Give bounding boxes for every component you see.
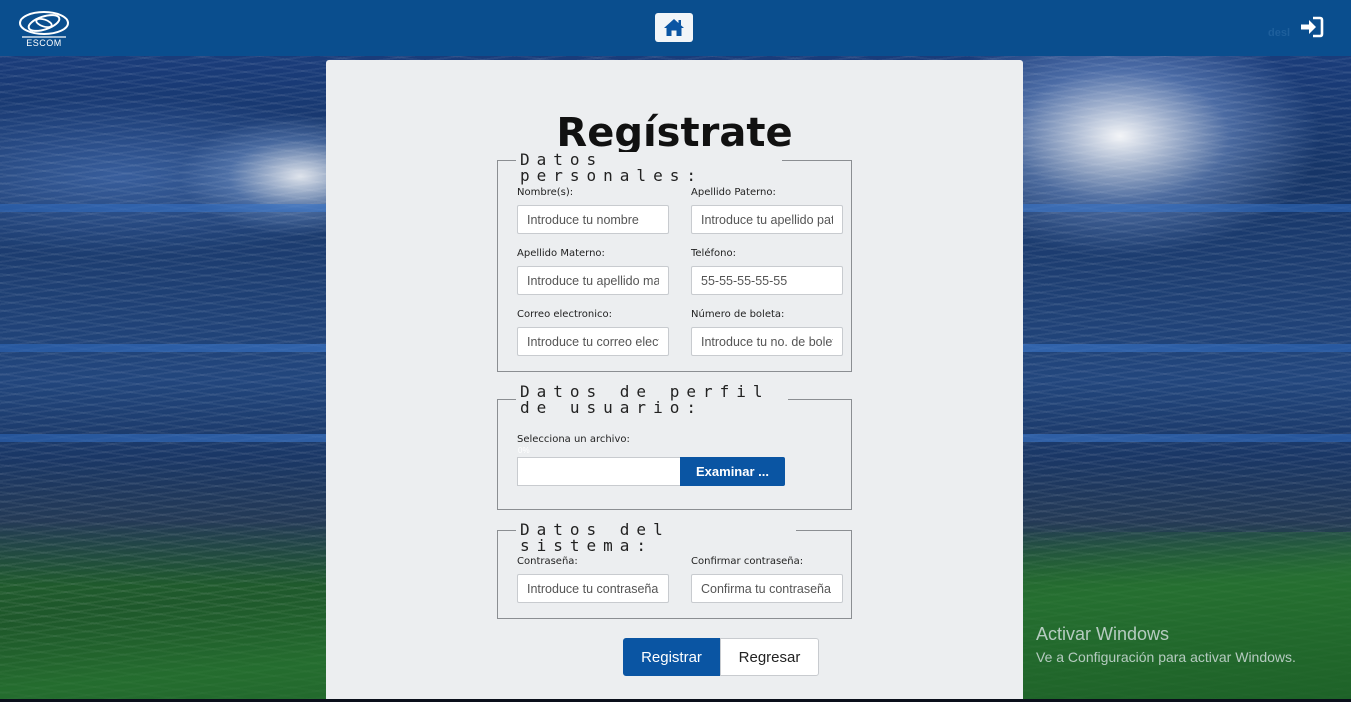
- apellido-paterno-label: Apellido Paterno:: [691, 187, 776, 198]
- boleta-label: Número de boleta:: [691, 309, 785, 320]
- password-label: Contraseña:: [517, 556, 578, 567]
- back-button[interactable]: Regresar: [720, 638, 819, 676]
- system-data-section: Datos del sistema: Contraseña: Confirmar…: [497, 522, 852, 619]
- password-input[interactable]: [517, 574, 669, 603]
- apellido-materno-label: Apellido Materno:: [517, 248, 605, 259]
- personal-data-section: Datos personales: Nombre(s): Apellido Pa…: [497, 152, 852, 372]
- browse-button[interactable]: Examinar ...: [680, 457, 785, 486]
- section-legend: Datos de perfil de usuario:: [516, 384, 788, 416]
- telefono-input[interactable]: [691, 266, 843, 295]
- telefono-label: Teléfono:: [691, 248, 736, 259]
- correo-label: Correo electronico:: [517, 309, 612, 320]
- upload-progress-text: 0%: [518, 446, 530, 455]
- sign-in-icon[interactable]: [1300, 16, 1324, 38]
- boleta-input[interactable]: [691, 327, 843, 356]
- page-title: Regístrate: [556, 110, 793, 156]
- section-legend: Datos del sistema:: [516, 522, 796, 554]
- nombre-label: Nombre(s):: [517, 187, 574, 198]
- profile-data-section: Datos de perfil de usuario: Selecciona u…: [497, 384, 852, 510]
- apellido-paterno-input[interactable]: [691, 205, 843, 234]
- home-icon: [664, 19, 684, 36]
- confirm-password-input[interactable]: [691, 574, 843, 603]
- register-card: Regístrate Datos personales: Nombre(s): …: [326, 60, 1023, 702]
- file-path-input[interactable]: [517, 457, 681, 486]
- nombre-input[interactable]: [517, 205, 669, 234]
- logo-text: ESCOM: [26, 38, 62, 48]
- confirm-password-label: Confirmar contraseña:: [691, 556, 804, 567]
- ghost-label: desl: [1268, 27, 1291, 39]
- activation-watermark-subtitle: Ve a Configuración para activar Windows.: [1036, 649, 1296, 665]
- activation-watermark-title: Activar Windows: [1036, 624, 1170, 644]
- correo-input[interactable]: [517, 327, 669, 356]
- apellido-materno-input[interactable]: [517, 266, 669, 295]
- section-legend: Datos personales:: [516, 152, 782, 184]
- home-button[interactable]: [655, 13, 693, 42]
- file-label: Selecciona un archivo:: [517, 434, 630, 445]
- top-navbar: ESCOM desl: [0, 0, 1351, 56]
- register-button[interactable]: Registrar: [623, 638, 720, 676]
